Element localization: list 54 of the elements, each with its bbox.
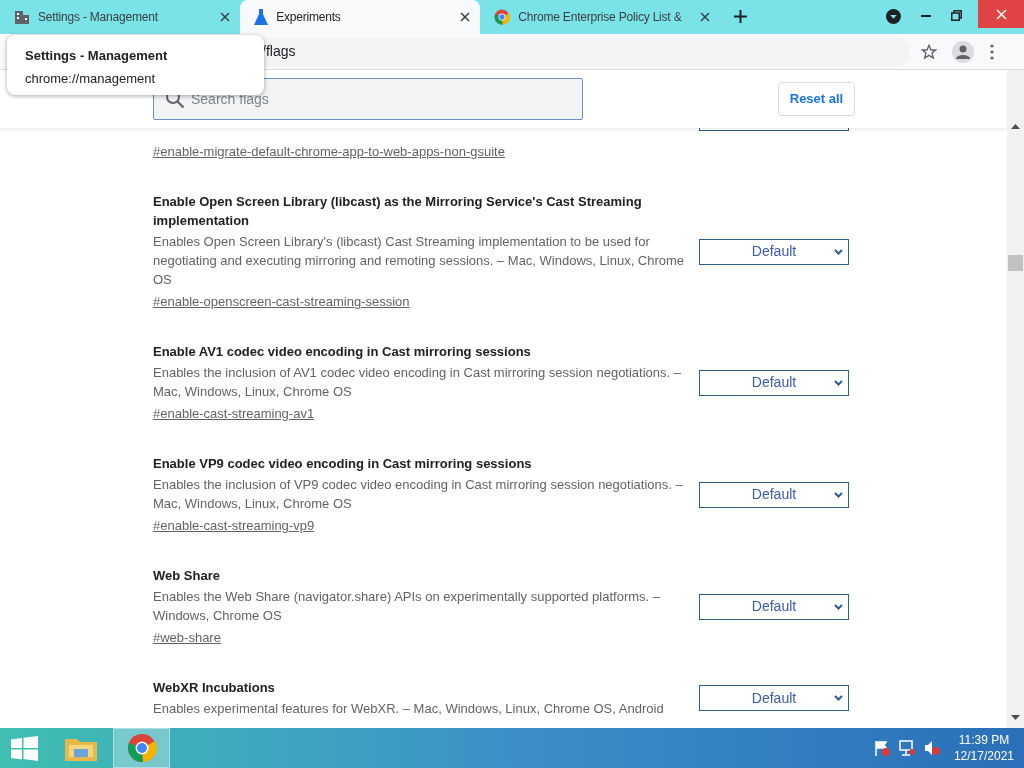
windows-start-icon[interactable]: [11, 735, 38, 761]
url-text: /flags: [262, 42, 296, 61]
flask-icon: [254, 9, 269, 25]
restore-icon[interactable]: [951, 10, 963, 21]
building-icon: [14, 9, 30, 25]
chrome-icon: [494, 9, 511, 25]
flag-link[interactable]: #enable-cast-streaming-av1: [153, 404, 315, 423]
scrollbar-thumb[interactable]: [1008, 255, 1023, 271]
close-icon[interactable]: [700, 12, 711, 22]
tab-search-icon[interactable]: [886, 9, 902, 24]
flag-title: WebXR Incubations: [153, 679, 276, 697]
chevron-down-icon: [834, 603, 843, 610]
flag-link[interactable]: #enable-cast-streaming-vp9: [153, 516, 315, 535]
clock-time: 11:39 PM: [958, 732, 1010, 748]
scroll-down-icon[interactable]: [1011, 715, 1020, 720]
flag-icon[interactable]: [873, 740, 890, 756]
flag-title: Enable VP9 codec video encoding in Cast mirroring sessions: [153, 455, 533, 473]
flag-description: Enables experimental features for WebXR. – Mac, Windows, Linux, Chrome OS, Android: [153, 700, 665, 718]
flag-dropdown[interactable]: Default: [699, 238, 849, 265]
close-icon[interactable]: [460, 12, 471, 22]
flag-link[interactable]: #enable-migrate-default-chrome-app-to-web-apps-non-gsuite: [153, 142, 505, 161]
flag-link[interactable]: #enable-openscreen-cast-streaming-session: [153, 292, 410, 311]
browser-tab[interactable]: Experiments: [240, 0, 481, 34]
close-icon[interactable]: [220, 12, 231, 22]
flag-description: Enables the inclusion of VP9 codec video encoding in Cast mirroring session negotiations. – Mac, Windows, Linux, Chrome OS: [153, 476, 684, 513]
chrome-icon: [126, 733, 157, 763]
profile-icon[interactable]: [952, 40, 974, 63]
reset-all-button[interactable]: Reset all: [778, 82, 855, 116]
flag-title: Enable Open Screen Library (libcast) as the Mirroring Service's Cast Streaming implementation: [153, 193, 643, 230]
scroll-up-icon[interactable]: [1011, 124, 1020, 129]
flag-description: Enables the Web Share (navigator.share) APIs on experimentally supported platforms. – Windows, Chrome OS: [153, 588, 662, 625]
chevron-down-icon: [834, 248, 843, 255]
star-icon[interactable]: [921, 43, 937, 60]
speaker-muted-icon[interactable]: [923, 740, 940, 756]
scrollbar[interactable]: [1007, 70, 1024, 728]
flag-dropdown[interactable]: Default: [699, 481, 849, 508]
flag-description: Enables the inclusion of AV1 codec video encoding in Cast mirroring session negotiations. – Mac, Windows, Linux, Chrome OS: [153, 364, 683, 401]
chevron-down-icon: [834, 379, 843, 386]
flag-dropdown[interactable]: Default: [699, 685, 849, 711]
menu-icon[interactable]: [990, 43, 994, 60]
new-tab-icon[interactable]: [734, 10, 748, 23]
flag-link[interactable]: #web-share: [153, 628, 221, 647]
taskbar-chrome-button[interactable]: [113, 728, 170, 768]
flag-description: Enables Open Screen Library's (libcast) Cast Streaming implementation to be used for negotiating and executing mirroring and remoting sessions. – Mac, Windows, Linux, Chrome OS: [153, 233, 686, 289]
close-icon: [995, 8, 1007, 20]
chevron-down-icon: [834, 491, 843, 498]
flag-title: Web Share: [153, 567, 221, 585]
flag-dropdown[interactable]: Default: [699, 369, 849, 396]
chevron-down-icon: [834, 695, 843, 701]
minimize-icon[interactable]: [921, 15, 932, 17]
flag-title: Enable AV1 codec video encoding in Cast mirroring sessions: [153, 343, 532, 361]
clock-date: 12/17/2021: [953, 748, 1014, 764]
flag-dropdown[interactable]: Default: [699, 593, 849, 620]
network-icon[interactable]: [898, 740, 915, 756]
